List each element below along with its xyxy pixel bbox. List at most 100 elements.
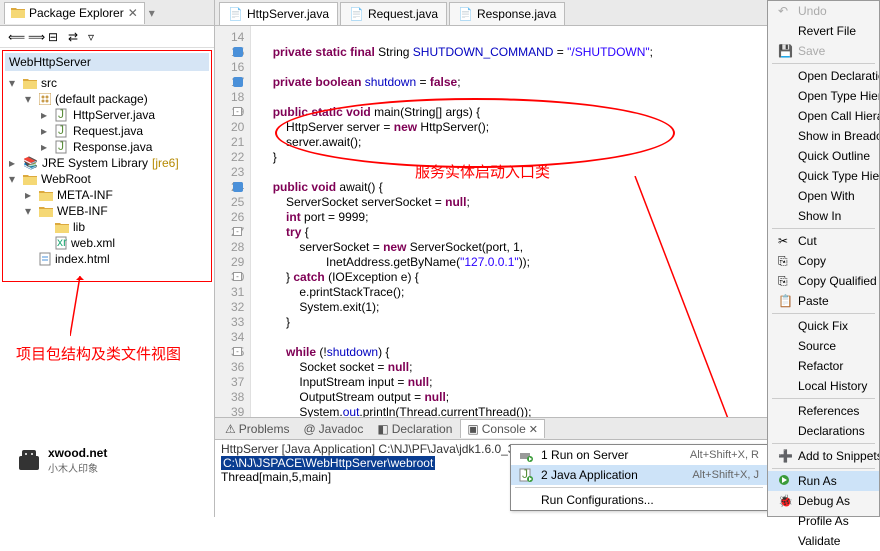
open-call-hierarchy[interactable]: Open Call Hierarch bbox=[768, 106, 879, 126]
runas-submenu: 1 Run on Server Alt+Shift+X, R J 2 Java … bbox=[510, 444, 768, 511]
webinf-folder[interactable]: ▾WEB-INF bbox=[25, 203, 209, 219]
jre-library[interactable]: ▸📚JRE System Library [jre6] bbox=[9, 155, 209, 171]
collapse-all-icon[interactable]: ⊟ bbox=[48, 30, 62, 44]
webroot-folder[interactable]: ▾WebRoot bbox=[9, 171, 209, 187]
metainf-folder[interactable]: ▸META-INF bbox=[25, 187, 209, 203]
tab-declaration[interactable]: ◧Declaration bbox=[371, 420, 458, 438]
snippet-icon: ➕ bbox=[778, 449, 792, 463]
code-body[interactable]: private static final String SHUTDOWN_COM… bbox=[251, 26, 661, 417]
open-type-hierarchy[interactable]: Open Type Hierarc bbox=[768, 86, 879, 106]
console-icon: ▣ bbox=[467, 422, 478, 436]
java-file-httpserver[interactable]: ▸JHttpServer.java bbox=[41, 107, 209, 123]
cut-icon: ✂ bbox=[778, 234, 792, 248]
debug-as[interactable]: 🐞Debug As bbox=[768, 491, 879, 511]
save-icon: 💾 bbox=[778, 44, 792, 58]
src-folder[interactable]: ▾src bbox=[9, 75, 209, 91]
copy-icon: ⎘ bbox=[778, 254, 792, 268]
forward-icon[interactable]: ⟹ bbox=[28, 30, 42, 44]
java-file-icon: J bbox=[55, 124, 69, 138]
default-package[interactable]: ▾(default package) bbox=[25, 91, 209, 107]
watermark-logo: xwood.net小木人印象 bbox=[14, 446, 107, 475]
folder-icon bbox=[11, 6, 25, 21]
svg-text:J: J bbox=[58, 140, 64, 153]
debug-icon: 🐞 bbox=[778, 494, 792, 508]
editor-tab-response[interactable]: 📄Response.java bbox=[449, 2, 565, 25]
package-icon bbox=[39, 93, 51, 105]
tab-problems[interactable]: ⚠Problems bbox=[219, 420, 295, 438]
indexhtml-file[interactable]: index.html bbox=[25, 251, 209, 267]
show-in[interactable]: Show In bbox=[768, 206, 879, 226]
open-declaration[interactable]: Open Declaration bbox=[768, 66, 879, 86]
editor-tab-request[interactable]: 📄Request.java bbox=[340, 2, 447, 25]
package-explorer-tab[interactable]: Package Explorer ✕ bbox=[4, 2, 145, 24]
copy[interactable]: ⎘Copy bbox=[768, 251, 879, 271]
undo-icon: ↶ bbox=[778, 4, 792, 18]
context-menu: ↶Undo Revert File 💾Save Open Declaration… bbox=[767, 0, 880, 517]
xml-file-icon: xml bbox=[55, 236, 67, 250]
undo[interactable]: ↶Undo bbox=[768, 1, 879, 21]
console-selected: C:\NJ\JSPACE\WebHttpServer\webroot bbox=[221, 456, 435, 470]
svg-text:J: J bbox=[58, 124, 64, 137]
validate[interactable]: Validate bbox=[768, 531, 879, 551]
link-editor-icon[interactable]: ⇄ bbox=[68, 30, 82, 44]
editor-tab-httpserver[interactable]: 📄HttpServer.java bbox=[219, 2, 338, 25]
show-breadcrumb[interactable]: Show in Breadcrum bbox=[768, 126, 879, 146]
run-icon bbox=[778, 474, 792, 488]
quick-outline[interactable]: Quick Outline bbox=[768, 146, 879, 166]
java-run-icon: J bbox=[519, 468, 533, 482]
cut[interactable]: ✂Cut bbox=[768, 231, 879, 251]
refactor[interactable]: Refactor bbox=[768, 356, 879, 376]
java-file-response[interactable]: ▸JResponse.java bbox=[41, 139, 209, 155]
profile-as[interactable]: Profile As bbox=[768, 511, 879, 531]
library-icon: 📚 bbox=[23, 156, 38, 170]
package-folder-icon bbox=[23, 77, 37, 89]
java-file-icon: J bbox=[55, 108, 69, 122]
view-menu2-icon[interactable]: ▿ bbox=[88, 30, 102, 44]
add-snippets[interactable]: ➕Add to Snippets... bbox=[768, 446, 879, 466]
problems-icon: ⚠ bbox=[225, 422, 236, 436]
run-as[interactable]: Run As bbox=[768, 471, 879, 491]
quick-type-hierarchy[interactable]: Quick Type Hierarc bbox=[768, 166, 879, 186]
declarations[interactable]: Declarations bbox=[768, 421, 879, 441]
lib-folder[interactable]: lib bbox=[41, 219, 209, 235]
quick-fix[interactable]: Quick Fix bbox=[768, 316, 879, 336]
run-on-server[interactable]: 1 Run on Server Alt+Shift+X, R bbox=[511, 445, 767, 465]
html-file-icon bbox=[39, 252, 51, 266]
javadoc-icon: @ bbox=[303, 422, 315, 436]
java-file-icon: 📄 bbox=[458, 7, 473, 21]
folder-icon bbox=[39, 189, 53, 201]
tab-console[interactable]: ▣Console ✕ bbox=[460, 419, 545, 438]
open-with[interactable]: Open With bbox=[768, 186, 879, 206]
folder-icon bbox=[55, 221, 69, 233]
run-configurations[interactable]: Run Configurations... bbox=[511, 490, 767, 510]
webxml-file[interactable]: xmlweb.xml bbox=[41, 235, 209, 251]
java-file-request[interactable]: ▸JRequest.java bbox=[41, 123, 209, 139]
java-file-icon: J bbox=[55, 140, 69, 154]
local-history[interactable]: Local History bbox=[768, 376, 879, 396]
java-application[interactable]: J 2 Java Application Alt+Shift+X, J bbox=[511, 465, 767, 485]
back-icon[interactable]: ⟸ bbox=[8, 30, 22, 44]
references[interactable]: References bbox=[768, 401, 879, 421]
save[interactable]: 💾Save bbox=[768, 41, 879, 61]
project-root[interactable]: WebHttpServer bbox=[5, 53, 209, 71]
folder-icon bbox=[23, 173, 37, 185]
java-file-icon: 📄 bbox=[349, 7, 364, 21]
java-file-icon: 📄 bbox=[228, 7, 243, 21]
close-icon[interactable]: ✕ bbox=[128, 6, 138, 20]
folder-icon bbox=[39, 205, 53, 217]
pe-tab-label: Package Explorer bbox=[29, 6, 124, 20]
svg-text:xml: xml bbox=[57, 236, 67, 249]
view-menu-icon[interactable]: ▾ bbox=[149, 6, 163, 20]
revert-file[interactable]: Revert File bbox=[768, 21, 879, 41]
paste[interactable]: 📋Paste bbox=[768, 291, 879, 311]
server-run-icon bbox=[519, 448, 533, 462]
source[interactable]: Source bbox=[768, 336, 879, 356]
gutter: 141516171819-2021222324-252627-282930-31… bbox=[215, 26, 251, 417]
svg-text:J: J bbox=[58, 108, 64, 121]
annotation-project: 项目包结构及类文件视图 bbox=[16, 343, 181, 364]
tab-javadoc[interactable]: @Javadoc bbox=[297, 420, 369, 438]
copy-icon: ⎘ bbox=[778, 274, 792, 288]
copy-qualified[interactable]: ⎘Copy Qualified Na bbox=[768, 271, 879, 291]
declaration-icon: ◧ bbox=[377, 422, 388, 436]
paste-icon: 📋 bbox=[778, 294, 792, 308]
